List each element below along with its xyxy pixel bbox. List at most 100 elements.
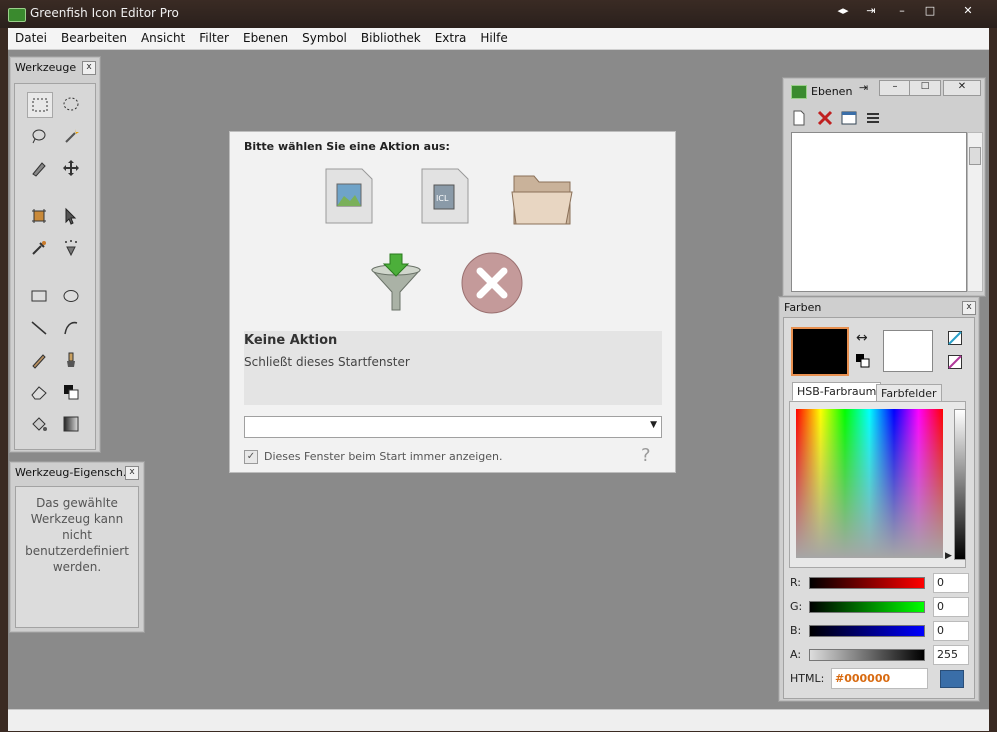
import-funnel-icon[interactable] xyxy=(368,252,424,314)
show-on-startup-checkbox[interactable]: ✓ xyxy=(244,450,258,464)
new-layer-icon[interactable] xyxy=(791,110,807,126)
no-action-icon[interactable] xyxy=(460,251,524,315)
brush-icon[interactable] xyxy=(59,348,83,372)
status-bar xyxy=(8,709,989,731)
g-input[interactable]: 0 xyxy=(933,597,969,617)
transparent-color-icon[interactable] xyxy=(948,331,962,345)
tools-panel-title: Werkzeuge xyxy=(15,61,77,74)
menu-filter[interactable]: Filter xyxy=(192,28,236,45)
r-slider[interactable] xyxy=(809,577,925,589)
help-icon[interactable]: ? xyxy=(641,445,651,466)
close-button[interactable]: ✕ xyxy=(955,2,981,20)
show-on-startup-label: Dieses Fenster beim Start immer anzeigen… xyxy=(264,450,503,463)
rectangle-icon[interactable] xyxy=(27,284,51,308)
menu-bearbeiten[interactable]: Bearbeiten xyxy=(54,28,134,45)
tool-properties-message: Das gewählte Werkzeug kann nicht benutze… xyxy=(25,496,129,574)
brightness-pointer-icon[interactable]: ▶ xyxy=(945,551,952,561)
reset-colors-icon[interactable] xyxy=(856,354,870,368)
primary-color-swatch[interactable] xyxy=(791,327,849,376)
g-slider[interactable] xyxy=(809,601,925,613)
eyedropper-icon[interactable] xyxy=(27,236,51,260)
r-label: R: xyxy=(790,576,802,589)
action-select[interactable]: ▼ xyxy=(244,416,662,438)
r-input[interactable]: 0 xyxy=(933,573,969,593)
icl-label: ICL xyxy=(436,194,449,203)
menu-datei[interactable]: Datei xyxy=(8,28,54,45)
inverted-color-icon[interactable] xyxy=(948,355,962,369)
line-icon[interactable] xyxy=(27,316,51,340)
scroll-thumb[interactable] xyxy=(969,147,981,165)
b-slider[interactable] xyxy=(809,625,925,637)
secondary-color-swatch[interactable] xyxy=(883,330,933,372)
action-title: Keine Aktion xyxy=(244,333,338,348)
swap-icon[interactable]: ◂▸ xyxy=(830,2,856,20)
detach-icon[interactable]: ⇥ xyxy=(858,2,884,20)
app-icon xyxy=(791,85,807,99)
ellipse-select-icon[interactable] xyxy=(59,92,83,116)
title-bar: Greenfish Icon Editor Pro ◂▸ ⇥ – □ ✕ xyxy=(0,0,997,28)
a-slider[interactable] xyxy=(809,649,925,661)
open-folder-icon[interactable] xyxy=(510,166,574,228)
close-button[interactable]: ✕ xyxy=(943,80,981,96)
curve-icon[interactable] xyxy=(59,316,83,340)
window-title: Greenfish Icon Editor Pro xyxy=(30,6,179,20)
menu-ebenen[interactable]: Ebenen xyxy=(236,28,295,45)
fill-icon[interactable] xyxy=(27,412,51,436)
tools-panel-close-button[interactable]: x xyxy=(82,61,96,75)
detach-icon[interactable]: ⇥ xyxy=(859,81,868,94)
layers-scrollbar[interactable] xyxy=(967,132,983,292)
tools-panel: Werkzeuge x xyxy=(9,56,101,453)
g-label: G: xyxy=(790,600,803,613)
tool-properties-content: Das gewählte Werkzeug kann nicht benutze… xyxy=(15,486,139,628)
color-replace-icon[interactable] xyxy=(59,380,83,404)
layer-properties-icon[interactable] xyxy=(841,110,857,126)
minimize-button[interactable]: – xyxy=(879,80,911,96)
new-icl-library-icon[interactable]: ICL xyxy=(420,168,470,224)
app-icon xyxy=(8,8,26,22)
tab-hsb[interactable]: HSB-Farbraum xyxy=(792,382,882,401)
rect-select-icon[interactable] xyxy=(27,92,53,118)
pencil-select-icon[interactable] xyxy=(27,156,51,180)
spray-icon[interactable] xyxy=(59,236,83,260)
b-label: B: xyxy=(790,624,802,637)
menu-symbol[interactable]: Symbol xyxy=(295,28,354,45)
minimize-button[interactable]: – xyxy=(889,2,915,20)
pointer-select-icon[interactable] xyxy=(59,204,83,228)
merge-layers-icon[interactable] xyxy=(865,110,881,126)
tool-properties-title: Werkzeug-Eigensch... xyxy=(15,466,134,479)
layers-list[interactable] xyxy=(791,132,967,292)
magic-wand-icon[interactable] xyxy=(59,124,83,148)
html-label: HTML: xyxy=(790,672,825,685)
html-color-input[interactable]: #000000 xyxy=(831,668,928,689)
maximize-button[interactable]: □ xyxy=(909,80,941,96)
startup-dialog: Bitte wählen Sie eine Aktion aus: ICL Ke… xyxy=(229,131,676,473)
hsb-color-field[interactable] xyxy=(796,409,943,558)
action-description: Schließt dieses Startfenster xyxy=(244,355,410,369)
tool-properties-close-button[interactable]: x xyxy=(125,466,139,480)
layers-panel: Ebenen ⇥ – □ ✕ xyxy=(782,77,986,297)
swap-colors-icon[interactable]: ↔ xyxy=(856,330,868,346)
a-label: A: xyxy=(790,648,802,661)
gradient-icon[interactable] xyxy=(59,412,83,436)
delete-layer-icon[interactable] xyxy=(817,110,833,126)
menu-bibliothek[interactable]: Bibliothek xyxy=(354,28,428,45)
chevron-down-icon: ▼ xyxy=(650,420,657,430)
move-icon[interactable] xyxy=(59,156,83,180)
menu-extra[interactable]: Extra xyxy=(428,28,474,45)
lasso-icon[interactable] xyxy=(27,124,51,148)
colors-panel-close-button[interactable]: x xyxy=(962,301,976,315)
a-input[interactable]: 255 xyxy=(933,645,969,665)
ellipse-icon[interactable] xyxy=(59,284,83,308)
maximize-button[interactable]: □ xyxy=(917,2,943,20)
tool-properties-panel: Werkzeug-Eigensch... x Das gewählte Werk… xyxy=(9,461,145,633)
pencil-icon[interactable] xyxy=(27,348,51,372)
b-input[interactable]: 0 xyxy=(933,621,969,641)
crop-icon[interactable] xyxy=(27,204,51,228)
brightness-slider[interactable] xyxy=(954,409,966,560)
color-picker-dialog-button[interactable] xyxy=(940,670,964,688)
eraser-icon[interactable] xyxy=(27,380,51,404)
startup-heading: Bitte wählen Sie eine Aktion aus: xyxy=(244,140,450,153)
new-image-icon[interactable] xyxy=(324,168,374,224)
menu-hilfe[interactable]: Hilfe xyxy=(473,28,514,45)
menu-ansicht[interactable]: Ansicht xyxy=(134,28,192,45)
